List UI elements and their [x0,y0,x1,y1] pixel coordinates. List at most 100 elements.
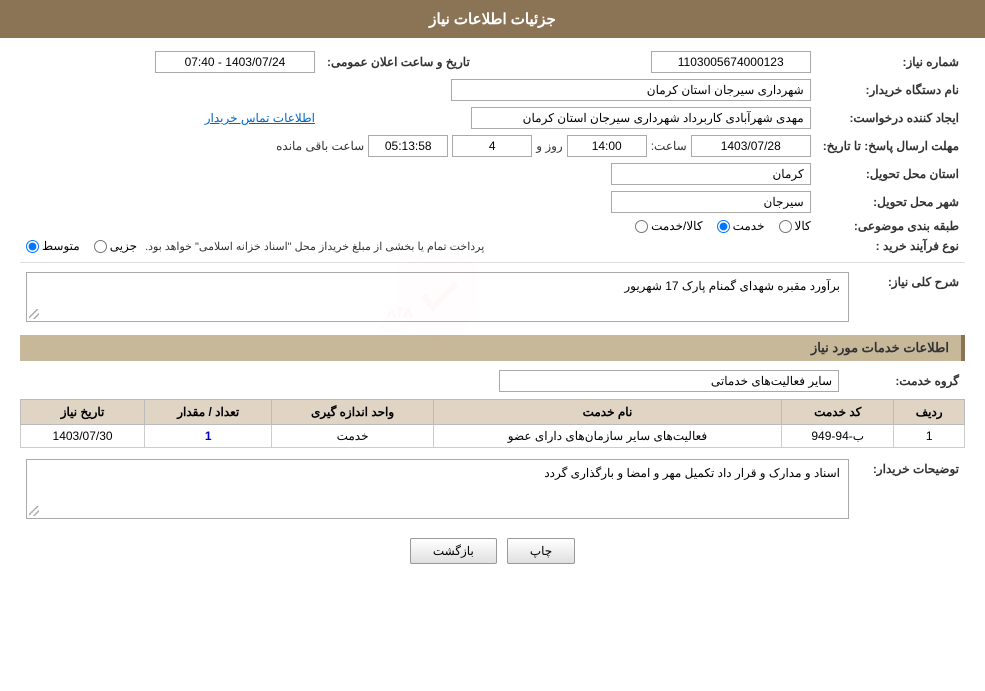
desc-table: شرح کلی نیاز: ATA TENDER برآورد م [20,269,965,325]
deadline-time-row: ساعت: روز و ساعت باقی مانده [26,135,811,157]
deadline-row-content: ساعت: روز و ساعت باقی مانده [20,132,817,160]
category-kala-khedmat-radio[interactable] [635,220,648,233]
buyer-notes-label: توضیحات خریدار: [855,456,965,522]
print-button[interactable]: چاپ [507,538,575,564]
category-kala-radio[interactable] [779,220,792,233]
buttons-row: بازگشت چاپ [20,538,965,564]
buyer-notes-text: اسناد و مدارک و قرار داد تکمیل مهر و امض… [544,466,840,480]
cell-quantity: 1 [145,425,272,448]
row-deadline: مهلت ارسال پاسخ: تا تاریخ: ساعت: روز و س… [20,132,965,160]
row-city: شهر محل تحویل: [20,188,965,216]
buyer-notes-box: اسناد و مدارک و قرار داد تکمیل مهر و امض… [26,459,849,519]
purchase-type-label: نوع فرآیند خرید : [817,236,965,256]
col-service-name: نام خدمت [433,400,781,425]
row-province: استان محل تحویل: [20,160,965,188]
category-kala-label: کالا [795,219,811,233]
creator-input[interactable] [471,107,811,129]
cell-date: 1403/07/30 [21,425,145,448]
deadline-time-label: ساعت: [651,139,687,153]
cell-service-name: فعالیت‌های سایر سازمان‌های دارای عضو [433,425,781,448]
col-service-code: کد خدمت [782,400,894,425]
deadline-date-input[interactable] [691,135,811,157]
service-group-input[interactable] [499,370,839,392]
province-label: استان محل تحویل: [817,160,965,188]
buyer-org-value [20,76,817,104]
order-number-value [516,48,817,76]
row-service-group: گروه خدمت: [20,367,965,395]
buyer-notes-table: توضیحات خریدار: اسناد و مدارک و قرار داد… [20,456,965,522]
category-radio-group: کالا خدمت کالا/خدمت [26,219,811,233]
page-wrapper: جزئیات اطلاعات نیاز شماره نیاز: تاریخ و … [0,0,985,691]
purchase-mota-item: متوسط [26,239,80,253]
row-buyer-notes: توضیحات خریدار: اسناد و مدارک و قرار داد… [20,456,965,522]
buyer-org-input[interactable] [451,79,811,101]
category-khedmat-radio[interactable] [717,220,730,233]
city-input[interactable] [611,191,811,213]
buyer-org-label: نام دستگاه خریدار: [817,76,965,104]
category-options: کالا خدمت کالا/خدمت [20,216,817,236]
service-group-label: گروه خدمت: [845,367,965,395]
cell-row-num: 1 [894,425,965,448]
divider-1 [20,262,965,263]
general-desc-text: برآورد مقبره شهدای گمنام پارک 17 شهریور [624,279,840,293]
service-group-value [20,367,845,395]
row-general-desc: شرح کلی نیاز: ATA TENDER برآورد م [20,269,965,325]
table-header: ردیف کد خدمت نام خدمت واحد اندازه گیری ت… [21,400,965,425]
purchase-type-row: جزیی متوسط پرداخت تمام یا بخشی از مبلغ خ… [26,239,811,253]
remaining-days-input[interactable] [452,135,532,157]
announcement-date-value [20,48,321,76]
creator-link-cell: اطلاعات تماس خریدار [20,104,321,132]
deadline-time-input[interactable] [567,135,647,157]
row-creator: ایجاد کننده درخواست: اطلاعات تماس خریدار [20,104,965,132]
svg-text:ATA: ATA [386,305,413,321]
table-row: 1 ب-94-949 فعالیت‌های سایر سازمان‌های دا… [21,425,965,448]
category-kala-khedmat-label: کالا/خدمت [651,219,702,233]
category-khedmat-item: خدمت [717,219,765,233]
city-value [20,188,817,216]
row-buyer-org: نام دستگاه خریدار: [20,76,965,104]
announcement-date-input[interactable] [155,51,315,73]
general-desc-cell: ATA TENDER برآورد مقبره شهدای گمنام پارک… [20,269,855,325]
deadline-label: مهلت ارسال پاسخ: تا تاریخ: [817,132,965,160]
col-date: تاریخ نیاز [21,400,145,425]
purchase-type-content: جزیی متوسط پرداخت تمام یا بخشی از مبلغ خ… [20,236,817,256]
purchase-jozi-label: جزیی [110,239,137,253]
creator-contact-link[interactable]: اطلاعات تماس خریدار [205,111,315,125]
service-info-title: اطلاعات خدمات مورد نیاز [20,335,965,361]
remaining-time-input[interactable] [368,135,448,157]
general-desc-label: شرح کلی نیاز: [855,269,965,325]
page-header: جزئیات اطلاعات نیاز [0,0,985,38]
purchase-notice: پرداخت تمام یا بخشی از مبلغ خریداز محل "… [145,240,484,253]
remaining-days-label: روز و [536,139,563,153]
category-kala-item: کالا [779,219,811,233]
creator-value [321,104,817,132]
col-unit: واحد اندازه گیری [272,400,433,425]
back-button[interactable]: بازگشت [410,538,497,564]
category-kala-khedmat-item: کالا/خدمت [635,219,702,233]
content-area: شماره نیاز: تاریخ و ساعت اعلان عمومی: نا… [0,38,985,590]
cell-unit: خدمت [272,425,433,448]
svg-text:TENDER: TENDER [378,324,408,335]
order-number-input[interactable] [651,51,811,73]
col-quantity: تعداد / مقدار [145,400,272,425]
row-order-date: شماره نیاز: تاریخ و ساعت اعلان عمومی: [20,48,965,76]
province-input[interactable] [611,163,811,185]
province-value [20,160,817,188]
purchase-jozi-radio[interactable] [94,240,107,253]
resize-handle-notes[interactable] [29,506,39,516]
table-body: 1 ب-94-949 فعالیت‌های سایر سازمان‌های دا… [21,425,965,448]
quantity-value: 1 [205,429,212,443]
main-info-table: شماره نیاز: تاریخ و ساعت اعلان عمومی: نا… [20,48,965,256]
creator-label: ایجاد کننده درخواست: [817,104,965,132]
purchase-mota-radio[interactable] [26,240,39,253]
resize-handle-desc[interactable] [29,309,39,319]
shield-watermark: ATA TENDER [378,246,498,349]
page-title: جزئیات اطلاعات نیاز [429,11,556,28]
city-label: شهر محل تحویل: [817,188,965,216]
purchase-mota-label: متوسط [42,239,80,253]
row-purchase-type: نوع فرآیند خرید : جزیی متوسط [20,236,965,256]
services-data-table: ردیف کد خدمت نام خدمت واحد اندازه گیری ت… [20,399,965,448]
row-category: طبقه بندی موضوعی: کالا خدمت [20,216,965,236]
announcement-date-label: تاریخ و ساعت اعلان عمومی: [321,48,476,76]
purchase-jozi-item: جزیی [94,239,137,253]
